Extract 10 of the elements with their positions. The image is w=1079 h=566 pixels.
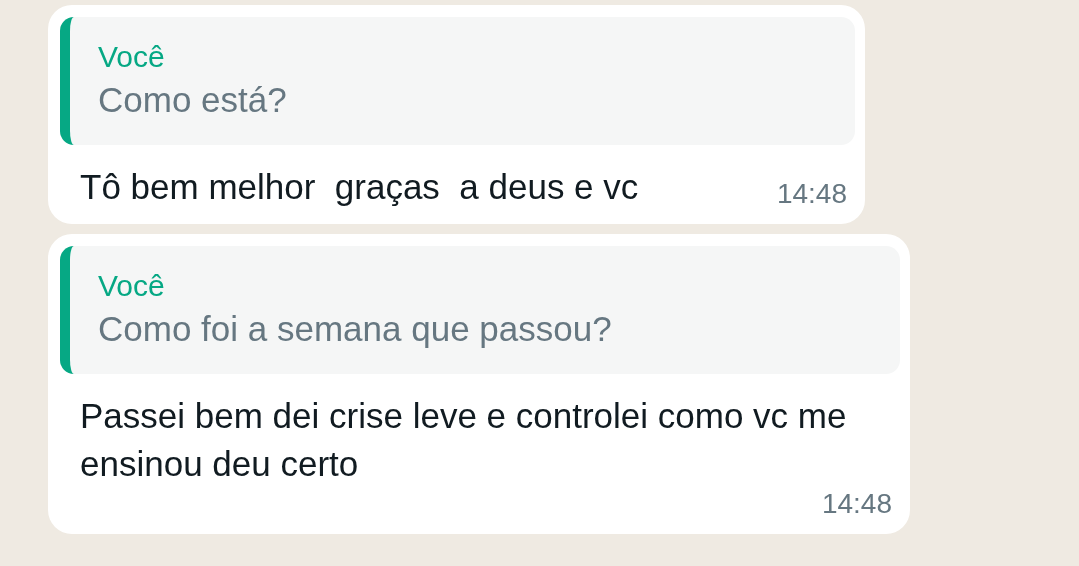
quote-text: Como foi a semana que passou? — [98, 308, 612, 351]
message-time: 14:48 — [821, 486, 892, 521]
quote-text: Como está? — [98, 79, 287, 121]
quoted-message[interactable]: Você Como foi a semana que passou? — [60, 246, 900, 375]
message-text: Tô bem melhor graças a deus e vc — [80, 166, 639, 208]
quote-author: Você — [98, 39, 165, 75]
message-text: Passei bem dei crise leve e controlei como vc me ensinou deu certo — [80, 395, 848, 485]
quoted-message[interactable]: Você Como está? — [60, 17, 855, 145]
message-time: 14:48 — [776, 176, 847, 211]
quote-author: Você — [98, 268, 165, 305]
